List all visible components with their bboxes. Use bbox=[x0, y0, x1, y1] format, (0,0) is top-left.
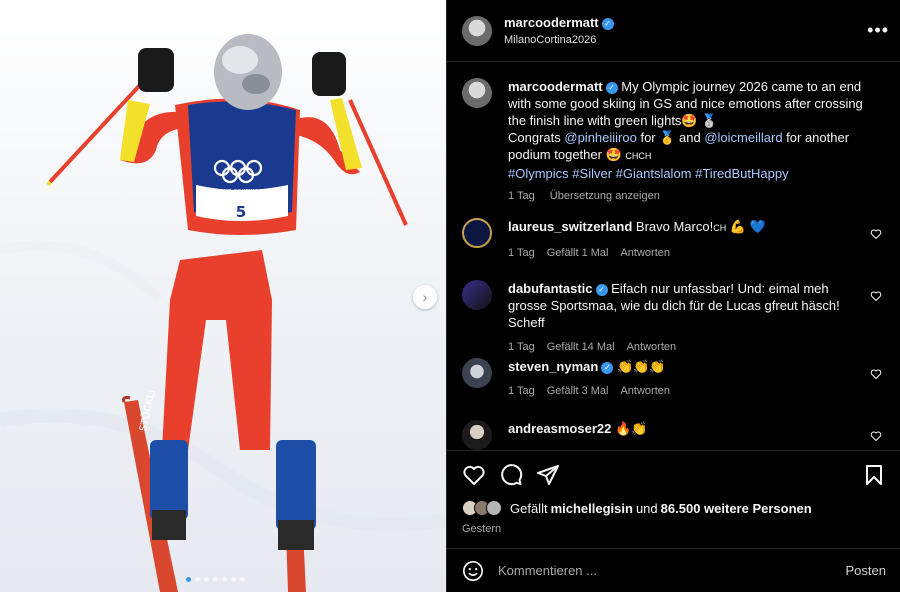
bookmark-icon[interactable] bbox=[862, 463, 886, 487]
post-comment-button[interactable]: Posten bbox=[846, 563, 886, 578]
like-heart-icon[interactable] bbox=[462, 463, 486, 487]
like-comment-icon[interactable] bbox=[870, 430, 882, 442]
translate-link[interactable]: Übersetzung anzeigen bbox=[550, 190, 660, 202]
mention-link[interactable]: @pinheiiiroo bbox=[564, 130, 636, 145]
post-header: marcoodermatt ✓ MilanoCortina2026 ••• bbox=[447, 0, 900, 62]
commenter-avatar[interactable] bbox=[462, 420, 492, 450]
comment-item: steven_nyman ✓ 👏👏👏 1 Tag Gefällt 3 Mal An… bbox=[462, 358, 887, 400]
caption-time: 1 Tag bbox=[508, 190, 535, 202]
svg-text:MILANO CORTINA 2026: MILANO CORTINA 2026 bbox=[210, 189, 274, 195]
carousel-dot bbox=[195, 577, 200, 582]
reply-button[interactable]: Antworten bbox=[620, 245, 670, 262]
verified-badge-icon: ✓ bbox=[601, 361, 614, 374]
verified-badge-icon: ✓ bbox=[605, 81, 618, 94]
comment-input[interactable] bbox=[498, 563, 846, 578]
author-username[interactable]: marcoodermatt bbox=[504, 15, 599, 30]
svg-text:5: 5 bbox=[236, 203, 246, 221]
comment-item: andreasmoser22 🔥👏 bbox=[462, 420, 887, 450]
mention-link[interactable]: @loicmeillard bbox=[704, 130, 782, 145]
liker-avatar bbox=[486, 500, 502, 516]
swiss-flag: CH bbox=[713, 223, 727, 233]
comment-username[interactable]: steven_nyman bbox=[508, 359, 598, 374]
commenter-avatar[interactable] bbox=[462, 218, 492, 248]
caption-username[interactable]: marcoodermatt bbox=[508, 79, 603, 94]
caption-avatar[interactable] bbox=[462, 78, 492, 108]
share-send-icon[interactable] bbox=[536, 463, 560, 487]
comment-likes[interactable]: Gefällt 1 Mal bbox=[547, 245, 609, 262]
caption-text: for 🥇 and bbox=[636, 130, 705, 145]
more-options-icon[interactable]: ••• bbox=[867, 21, 889, 39]
comment-username[interactable]: laureus_switzerland bbox=[508, 219, 632, 234]
caption-text: Congrats bbox=[508, 130, 565, 145]
comment-username[interactable]: dabufantastic bbox=[508, 281, 593, 296]
liker-avatars bbox=[462, 500, 502, 516]
comment-text: Bravo Marco! bbox=[635, 219, 714, 234]
like-comment-icon[interactable] bbox=[870, 290, 882, 302]
reply-button[interactable]: Antworten bbox=[627, 339, 677, 356]
comment-time: 1 Tag bbox=[508, 341, 535, 353]
reply-button[interactable]: Antworten bbox=[620, 383, 670, 400]
post-actions bbox=[447, 450, 900, 498]
author-avatar[interactable] bbox=[462, 15, 492, 46]
comment-item: laureus_switzerland Bravo Marco!CH 💪 💙 1… bbox=[462, 218, 887, 262]
comment-likes[interactable]: Gefällt 14 Mal bbox=[547, 339, 615, 356]
carousel-dot bbox=[231, 577, 236, 582]
comment-username[interactable]: andreasmoser22 bbox=[508, 421, 611, 436]
post-location[interactable]: MilanoCortina2026 bbox=[504, 34, 614, 46]
comment-composer: Posten bbox=[447, 548, 900, 592]
swiss-flag: CHCH bbox=[625, 151, 652, 161]
comment-time: 1 Tag bbox=[508, 247, 535, 259]
next-media-button[interactable]: › bbox=[413, 285, 437, 309]
liker-username[interactable]: michellegisin bbox=[551, 501, 633, 516]
commenter-avatar[interactable] bbox=[462, 280, 492, 310]
emoji-picker-icon[interactable] bbox=[462, 560, 484, 582]
comment-bubble-icon[interactable] bbox=[499, 463, 523, 487]
likes-summary[interactable]: Gefällt michellegisin und 86.500 weitere… bbox=[462, 500, 812, 516]
carousel-dot bbox=[213, 577, 218, 582]
comment-item: dabufantastic ✓ Eifach nur unfassbar! Und… bbox=[462, 280, 887, 356]
hashtags[interactable]: #Olympics #Silver #Giantslalom #TiredBut… bbox=[508, 165, 876, 182]
carousel-dot bbox=[204, 577, 209, 582]
like-comment-icon[interactable] bbox=[870, 368, 882, 380]
carousel-dot bbox=[222, 577, 227, 582]
carousel-dot bbox=[240, 577, 245, 582]
comment-time: 1 Tag bbox=[508, 385, 535, 397]
comment-emoji: 💪 💙 bbox=[729, 219, 766, 234]
comment-likes[interactable]: Gefällt 3 Mal bbox=[547, 383, 609, 400]
skier-photo: 5 MILANO CORTINA 2026 STÖCKLI bbox=[0, 34, 446, 592]
likes-middle: und bbox=[635, 500, 658, 516]
post-media[interactable]: 5 MILANO CORTINA 2026 STÖCKLI › bbox=[0, 0, 446, 592]
likes-count[interactable]: 86.500 weitere Personen bbox=[661, 501, 812, 516]
post-caption: marcoodermatt ✓ My Olympic journey 2026 c… bbox=[462, 78, 892, 205]
verified-badge-icon: ✓ bbox=[595, 283, 608, 296]
post-date: Gestern bbox=[462, 523, 502, 535]
post-details-panel: marcoodermatt ✓ MilanoCortina2026 ••• mar… bbox=[446, 0, 900, 592]
carousel-dot bbox=[186, 577, 191, 582]
carousel-indicator bbox=[186, 577, 245, 582]
like-comment-icon[interactable] bbox=[870, 228, 882, 240]
comment-text: 👏👏👏 bbox=[616, 359, 666, 374]
verified-badge-icon: ✓ bbox=[601, 17, 614, 30]
likes-prefix: Gefällt bbox=[510, 500, 548, 516]
commenter-avatar[interactable] bbox=[462, 358, 492, 388]
comment-text: 🔥👏 bbox=[614, 421, 648, 436]
